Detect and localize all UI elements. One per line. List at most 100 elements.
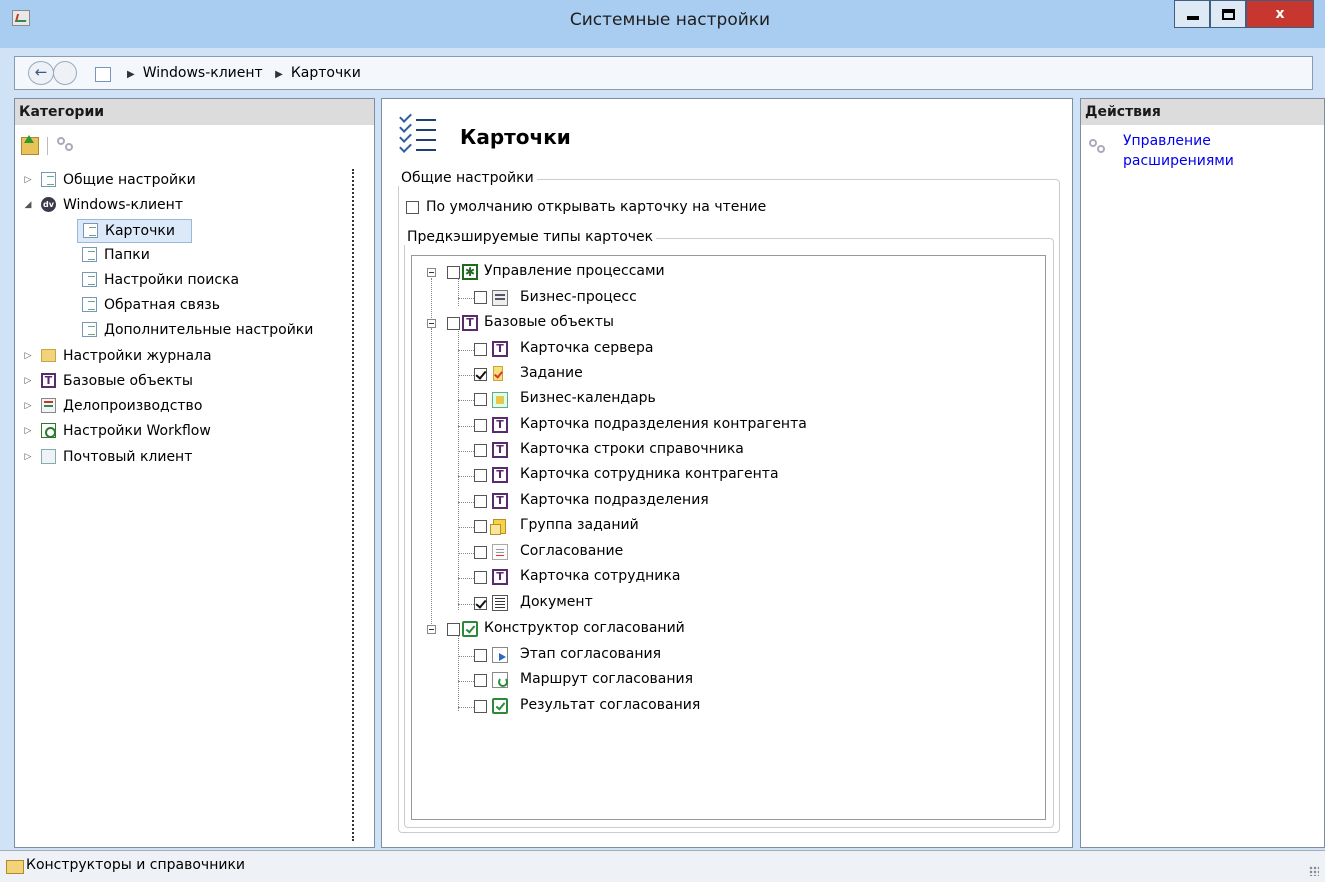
approval-route-icon [492, 672, 508, 688]
base-objects-icon: T [492, 417, 508, 433]
minimize-icon [1187, 16, 1199, 20]
card-type-checkbox[interactable] [447, 317, 460, 330]
gears-icon[interactable] [57, 137, 75, 153]
tree-item-label: Обратная связь [104, 297, 220, 313]
manage-extensions-action[interactable]: Управление расширениями [1081, 125, 1321, 185]
card-type-checkbox[interactable] [474, 597, 487, 610]
card-type-checkbox[interactable] [474, 674, 487, 687]
card-type-checkbox[interactable] [474, 571, 487, 584]
list-icon [82, 247, 97, 262]
minimize-button[interactable] [1174, 0, 1210, 28]
tree-item-label: Карточки [105, 223, 175, 239]
card-type-checkbox[interactable] [474, 495, 487, 508]
list-icon [82, 322, 97, 337]
base-objects-icon: T [492, 493, 508, 509]
expand-arrow-icon[interactable]: ▷ [23, 395, 33, 417]
actions-header: Действия [1081, 99, 1324, 125]
maximize-button[interactable] [1210, 0, 1246, 28]
cards-list-icon [398, 109, 438, 153]
card-type-checkbox[interactable] [474, 419, 487, 432]
title-bar[interactable]: Системные настройки x [0, 0, 1325, 48]
card-type-label: Управление процессами [484, 263, 665, 279]
card-type-label: Группа заданий [520, 517, 639, 533]
card-type-checkbox[interactable] [474, 393, 487, 406]
toolbar-separator [47, 137, 48, 155]
back-button[interactable]: ← [28, 61, 54, 85]
collapse-arrow-icon[interactable]: ◢ [23, 194, 33, 216]
window-title: Системные настройки [569, 10, 771, 30]
card-type-label: Базовые объекты [484, 314, 614, 330]
card-type-label: Бизнес-процесс [520, 289, 637, 305]
base-objects-icon: T [492, 569, 508, 585]
folder-up-icon[interactable] [21, 135, 39, 155]
document-icon [492, 595, 508, 611]
status-bar: Конструкторы и справочники [0, 850, 1325, 882]
expand-arrow-icon[interactable]: ▷ [23, 420, 33, 442]
collapse-toggle[interactable] [427, 625, 436, 634]
card-type-label: Карточка подразделения контрагента [520, 416, 807, 432]
card-type-checkbox[interactable] [474, 700, 487, 713]
link-text: Управление [1123, 133, 1211, 149]
folder-open-icon [6, 860, 24, 874]
status-text[interactable]: Конструкторы и справочники [26, 857, 245, 873]
card-type-checkbox[interactable] [474, 444, 487, 457]
card-type-checkbox[interactable] [447, 623, 460, 636]
tree-item-label: Делопроизводство [63, 398, 203, 414]
card-type-label: Бизнес-календарь [520, 390, 656, 406]
green-check-icon [462, 621, 478, 637]
task-icon [490, 366, 506, 382]
card-type-checkbox[interactable] [474, 469, 487, 482]
expand-arrow-icon[interactable]: ▷ [23, 446, 33, 468]
card-type-checkbox[interactable] [447, 266, 460, 279]
base-objects-icon: T [492, 467, 508, 483]
link-text: расширениями [1123, 153, 1234, 169]
list-icon [82, 297, 97, 312]
card-type-label: Этап согласования [520, 646, 662, 662]
categories-header: Категории [15, 99, 374, 125]
maximize-icon [1222, 9, 1235, 20]
close-button[interactable]: x [1246, 0, 1314, 28]
approval-stage-icon [492, 647, 508, 663]
breadcrumb-item[interactable]: Windows-клиент [143, 65, 263, 81]
collapse-toggle[interactable] [427, 268, 436, 277]
forward-button[interactable] [53, 61, 77, 85]
collapse-toggle[interactable] [427, 319, 436, 328]
card-type-label: Карточка сотрудника [520, 568, 681, 584]
card-type-label: Документ [520, 594, 593, 610]
card-type-checkbox[interactable] [474, 649, 487, 662]
breadcrumb-item[interactable]: Карточки [291, 65, 361, 81]
card-type-checkbox[interactable] [474, 520, 487, 533]
general-settings-group-label: Общие настройки [398, 170, 537, 186]
panel-splitter[interactable] [352, 169, 356, 841]
base-objects-icon: T [41, 373, 56, 388]
tree-line [458, 634, 459, 711]
card-type-label: Карточка подразделения [520, 492, 709, 508]
card-type-label: Маршрут согласования [520, 671, 694, 687]
workflow-icon [41, 423, 56, 438]
expand-arrow-icon[interactable]: ▷ [23, 345, 33, 367]
card-type-checkbox[interactable] [474, 343, 487, 356]
tree-item-label: Дополнительные настройки [104, 322, 314, 338]
tree-item-label: Настройки Workflow [63, 423, 211, 439]
tree-item-label: Почтовый клиент [63, 449, 193, 465]
card-type-label: Задание [520, 365, 583, 381]
tree-item-label: Общие настройки [63, 172, 196, 188]
card-types-tree[interactable]: ✱ Управление процессами Бизнес-процесс T… [411, 255, 1046, 820]
tree-item-selected[interactable]: Карточки [77, 219, 192, 243]
list-icon [83, 223, 98, 238]
base-objects-icon: T [492, 442, 508, 458]
resize-grip-icon[interactable] [1309, 866, 1319, 876]
tree-item-label: Базовые объекты [63, 373, 193, 389]
expand-arrow-icon[interactable]: ▷ [23, 169, 33, 191]
manage-extensions-link[interactable]: Управление расширениями [1123, 131, 1313, 171]
business-process-icon [492, 290, 508, 306]
open-readonly-checkbox[interactable] [406, 201, 419, 214]
breadcrumb: ▶ Windows-клиент ▶ Карточки [95, 65, 361, 82]
card-type-checkbox[interactable] [474, 546, 487, 559]
page-title: Карточки [460, 125, 571, 149]
card-type-checkbox[interactable] [474, 368, 487, 381]
actions-panel: Действия Управление расширениями [1080, 98, 1325, 848]
green-check-icon [492, 698, 508, 714]
card-type-checkbox[interactable] [474, 291, 487, 304]
expand-arrow-icon[interactable]: ▷ [23, 370, 33, 392]
